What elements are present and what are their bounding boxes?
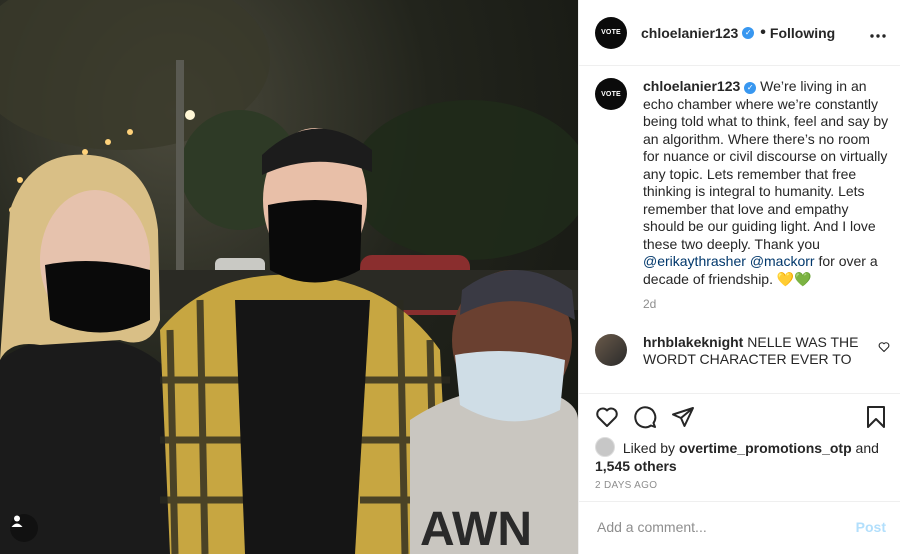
verified-badge-icon: ✓: [744, 82, 757, 94]
caption-body: We’re living in an echo chamber where we…: [643, 78, 889, 252]
post-header: VOTE chloelanier123 ✓ • Following: [579, 0, 900, 66]
comment-bubble-icon[interactable]: [633, 405, 657, 429]
author-username[interactable]: chloelanier123: [641, 25, 738, 41]
comment-item: hrhblakeknight NELLE WAS THE WORDT CHARA…: [595, 333, 890, 366]
liker-avatar[interactable]: [595, 437, 615, 457]
user-icon: [11, 515, 23, 527]
commenter-username[interactable]: hrhblakeknight: [643, 334, 743, 350]
like-comment-heart-icon[interactable]: [878, 340, 890, 366]
svg-text:AWN: AWN: [420, 503, 532, 554]
likes-others-link[interactable]: 1,545 others: [595, 458, 677, 474]
caption-author-avatar[interactable]: VOTE: [595, 78, 627, 110]
add-comment-input[interactable]: [595, 518, 856, 536]
action-bar: [595, 403, 888, 431]
mention-link[interactable]: @mackorr: [750, 253, 815, 269]
post-comment-button[interactable]: Post: [856, 519, 886, 535]
liker-username[interactable]: overtime_promotions_otp: [679, 440, 852, 456]
mention-link[interactable]: @erikaythrasher: [643, 253, 746, 269]
verified-badge-icon: ✓: [742, 26, 755, 39]
author-avatar[interactable]: VOTE: [595, 16, 627, 49]
post-date[interactable]: 2 DAYS AGO: [595, 480, 657, 491]
caption-text: chloelanier123 ✓ We’re living in an echo …: [643, 78, 890, 314]
comment-text: hrhblakeknight NELLE WAS THE WORDT CHARA…: [643, 334, 863, 366]
divider: [579, 393, 900, 394]
commenter-avatar[interactable]: [595, 333, 627, 366]
caption-age[interactable]: 2d: [643, 296, 890, 314]
heart-emoji-icon: 💛💚: [776, 270, 812, 287]
divider: [579, 501, 900, 502]
instagram-post-modal: AWN VOTE chloelanier123 ✓ • Following VO…: [0, 0, 900, 554]
ellipsis-icon[interactable]: [870, 22, 886, 43]
photo-illustration: AWN: [0, 0, 578, 554]
caption: VOTE chloelanier123 ✓ We’re living in an …: [595, 78, 890, 314]
likes-and-label: and: [855, 440, 879, 456]
post-details-panel: VOTE chloelanier123 ✓ • Following VOTE c…: [578, 0, 900, 554]
add-comment-bar: Post: [595, 512, 886, 542]
comments-scroll-area[interactable]: VOTE chloelanier123 ✓ We’re living in an …: [595, 78, 890, 388]
post-photo[interactable]: AWN: [0, 0, 578, 554]
tagged-users-button[interactable]: [10, 514, 38, 542]
following-button[interactable]: Following: [770, 25, 835, 41]
like-heart-icon[interactable]: [595, 405, 619, 429]
save-bookmark-icon[interactable]: [864, 405, 888, 429]
share-paper-plane-icon[interactable]: [671, 405, 695, 429]
liked-by-label: Liked by: [622, 440, 676, 456]
likes-summary: Liked by overtime_promotions_otp and 1,5…: [595, 437, 888, 475]
separator-dot: •: [760, 23, 766, 41]
caption-username[interactable]: chloelanier123: [643, 78, 740, 94]
